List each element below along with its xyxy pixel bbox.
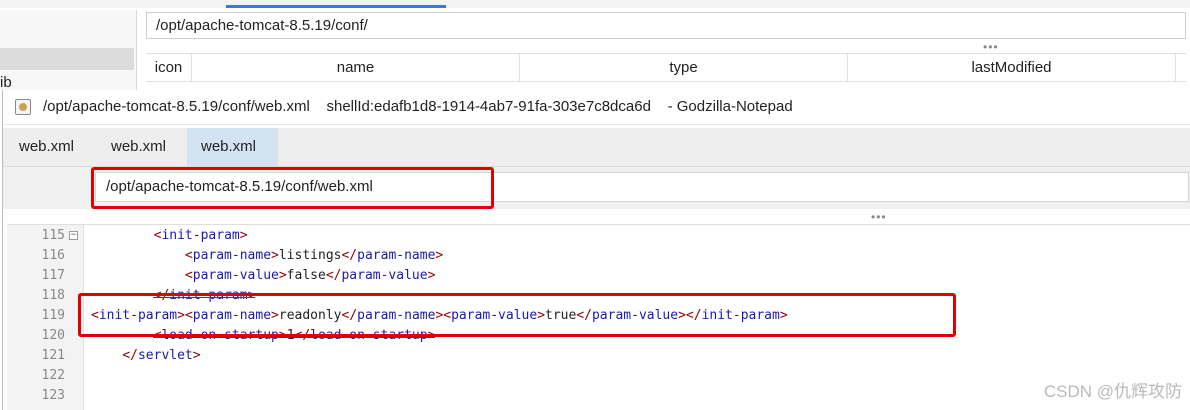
highlight-box-path: [91, 167, 494, 209]
screenshot-root: ib /opt/apache-tomcat-8.5.19/conf/ ••• i…: [0, 0, 1190, 410]
line-number: 117: [41, 268, 65, 283]
java-app-icon: [15, 99, 31, 115]
title-app-name: - Godzilla-Notepad: [667, 98, 793, 115]
line-number: 118: [41, 288, 65, 303]
file-manager-path-input[interactable]: /opt/apache-tomcat-8.5.19/conf/: [146, 12, 1186, 39]
title-file-path: /opt/apache-tomcat-8.5.19/conf/web.xml: [43, 98, 310, 115]
column-header-lastmodified[interactable]: lastModified: [848, 54, 1176, 81]
code-text: <init-param>: [153, 228, 248, 243]
code-line-117[interactable]: 117 <param-value>false</param-value>: [7, 266, 1190, 286]
fold-toggle-icon[interactable]: −: [69, 231, 78, 240]
file-table-header: icon name type lastModified: [146, 53, 1186, 82]
title-shell-id: shellId:edafb1d8-1914-4ab7-91fa-303e7c8d…: [326, 98, 651, 115]
tree-item-label[interactable]: ib: [0, 74, 12, 91]
tree-selected-row[interactable]: [0, 48, 134, 70]
line-number: 116: [41, 248, 65, 263]
line-number: 115: [41, 228, 65, 243]
column-header-type[interactable]: type: [520, 54, 848, 81]
file-manager-active-tab-indicator: [226, 5, 446, 8]
notepad-title-text: /opt/apache-tomcat-8.5.19/conf/web.xml s…: [43, 90, 793, 124]
notepad-window: /opt/apache-tomcat-8.5.19/conf/web.xml s…: [2, 90, 1190, 410]
tab-web-xml-2[interactable]: web.xml: [97, 128, 180, 166]
code-text: <param-value>false</param-value>: [184, 268, 436, 283]
line-number: 120: [41, 328, 65, 343]
tab-web-xml-3-active[interactable]: web.xml: [187, 128, 278, 166]
code-line-123[interactable]: 123: [7, 386, 1190, 406]
editor-splitter-grip-icon[interactable]: •••: [871, 210, 887, 224]
code-line-121[interactable]: 121 </servlet>: [7, 346, 1190, 366]
line-number: 119: [41, 308, 65, 323]
line-number: 121: [41, 348, 65, 363]
notepad-title-bar[interactable]: /opt/apache-tomcat-8.5.19/conf/web.xml s…: [3, 90, 1190, 125]
code-text: <param-name>listings</param-name>: [184, 248, 444, 263]
column-header-name[interactable]: name: [192, 54, 520, 81]
file-manager-tree-panel[interactable]: ib: [0, 10, 137, 91]
column-header-icon[interactable]: icon: [146, 54, 192, 81]
code-line-116[interactable]: 116 <param-name>listings</param-name>: [7, 246, 1190, 266]
strikethrough-mark: [153, 337, 436, 338]
code-line-115[interactable]: 115− <init-param>: [7, 226, 1190, 246]
code-text: </servlet>: [122, 348, 201, 363]
notepad-tab-bar: web.xml web.xml web.xml: [3, 128, 1190, 167]
csdn-watermark: CSDN @仇辉攻防: [1043, 382, 1182, 401]
line-number: 122: [41, 368, 65, 383]
code-line-122[interactable]: 122: [7, 366, 1190, 386]
line-number: 123: [41, 388, 65, 403]
tab-web-xml-1[interactable]: web.xml: [5, 128, 88, 166]
splitter-grip-icon[interactable]: •••: [983, 40, 999, 54]
file-manager-top-strip: [0, 0, 1190, 8]
highlight-box-line-119: [78, 293, 956, 337]
